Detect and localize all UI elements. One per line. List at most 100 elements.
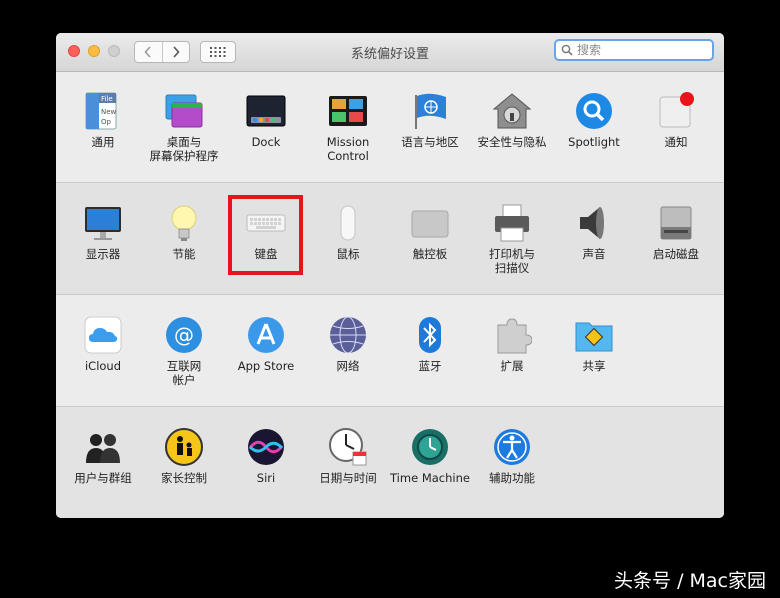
pane-accessibility[interactable]: 辅助功能 — [472, 427, 552, 485]
pane-label: 桌面与 屏幕保护程序 — [149, 135, 219, 163]
spotlight-icon — [576, 93, 612, 129]
pane-label: 用户与群组 — [74, 471, 132, 485]
pane-parental-controls[interactable]: 家长控制 — [144, 427, 224, 485]
window-title: 系统偏好设置 — [350, 47, 429, 62]
trackpad-icon — [411, 210, 449, 238]
pane-label: 打印机与 扫描仪 — [489, 247, 535, 275]
printers-scanners-icon — [495, 204, 529, 242]
general-icon: File New Op — [85, 92, 117, 130]
time-machine-icon — [412, 429, 448, 465]
pane-bluetooth[interactable]: 蓝牙 — [390, 315, 470, 373]
app-store-icon — [248, 317, 284, 353]
parental-controls-icon — [165, 428, 203, 466]
users-groups-icon — [86, 434, 120, 463]
pane-label: 互联网 帐户 — [166, 359, 202, 387]
pane-label: 辅助功能 — [489, 471, 535, 485]
pane-printers-scanners[interactable]: 打印机与 扫描仪 — [472, 203, 552, 275]
mission-control-icon — [329, 96, 367, 126]
pane-mouse[interactable]: 鼠标 — [308, 203, 388, 261]
pane-label: 蓝牙 — [418, 359, 442, 373]
pane-time-machine[interactable]: Time Machine — [390, 427, 470, 485]
extensions-icon — [497, 318, 532, 354]
pane-displays[interactable]: 显示器 — [63, 203, 143, 261]
pane-internet-accounts[interactable]: @ 互联网 帐户 — [144, 315, 224, 387]
pane-spotlight[interactable]: Spotlight — [554, 91, 634, 149]
grid-icon — [210, 47, 226, 57]
forward-button[interactable] — [161, 42, 190, 62]
system-preferences-window: 系统偏好设置 File New Op 通用 桌面与 屏幕保护程序 — [56, 33, 724, 518]
close-button[interactable] — [68, 45, 80, 57]
svg-text:New: New — [101, 108, 117, 116]
sharing-icon — [575, 322, 613, 352]
pane-label: Dock — [251, 135, 281, 149]
desktop-screensaver-icon — [165, 94, 203, 128]
back-button[interactable] — [135, 42, 162, 62]
pane-security-privacy[interactable]: 安全性与隐私 — [472, 91, 552, 149]
pane-energy-saver[interactable]: 节能 — [144, 203, 224, 261]
bluetooth-icon — [419, 317, 441, 353]
displays-icon — [85, 207, 121, 240]
accessibility-icon — [494, 429, 530, 465]
minimize-button[interactable] — [88, 45, 100, 57]
pane-label: iCloud — [84, 359, 122, 373]
highlight-box — [228, 195, 303, 275]
language-region-icon — [415, 93, 446, 129]
pane-label: 启动磁盘 — [653, 247, 699, 261]
pane-trackpad[interactable]: 触控板 — [390, 203, 470, 261]
pane-startup-disk[interactable]: 启动磁盘 — [636, 203, 716, 261]
pane-language-region[interactable]: 语言与地区 — [390, 91, 470, 149]
pane-label: 语言与地区 — [401, 135, 459, 149]
dock-icon — [246, 95, 286, 127]
svg-text:@: @ — [174, 323, 194, 347]
svg-text:File: File — [101, 95, 113, 103]
icloud-icon — [84, 316, 122, 354]
sound-icon — [580, 207, 604, 239]
pane-mission-control[interactable]: Mission Control — [308, 91, 388, 163]
pane-label: 显示器 — [85, 247, 121, 261]
show-all-button[interactable] — [200, 41, 236, 63]
watermark: 头条号 / Mac家园 — [614, 570, 766, 592]
pane-label: 共享 — [582, 359, 606, 373]
svg-text:Op: Op — [101, 118, 112, 126]
pane-label: Siri — [256, 471, 276, 485]
pane-label: 鼠标 — [336, 247, 360, 261]
security-privacy-icon — [492, 93, 532, 129]
zoom-button[interactable] — [108, 45, 120, 57]
chevron-right-icon — [173, 46, 180, 58]
pane-date-time[interactable]: 日期与时间 — [308, 427, 388, 485]
navigation-buttons — [134, 41, 190, 63]
pane-label: 家长控制 — [161, 471, 207, 485]
pane-users-groups[interactable]: 用户与群组 — [63, 427, 143, 485]
mouse-icon — [340, 205, 356, 241]
pane-desktop-screensaver[interactable]: 桌面与 屏幕保护程序 — [144, 91, 224, 163]
pane-label: 安全性与隐私 — [477, 135, 547, 149]
pane-label: 节能 — [172, 247, 196, 261]
pane-network[interactable]: 网络 — [308, 315, 388, 373]
pane-sharing[interactable]: 共享 — [554, 315, 634, 373]
pane-label: 触控板 — [412, 247, 448, 261]
pane-app-store[interactable]: App Store — [226, 315, 306, 373]
internet-accounts-icon: @ — [166, 317, 202, 353]
network-icon — [330, 316, 366, 354]
pane-label: Mission Control — [326, 135, 370, 163]
pane-dock[interactable]: Dock — [226, 91, 306, 149]
pane-icloud[interactable]: iCloud — [63, 315, 143, 373]
pane-sound[interactable]: 声音 — [554, 203, 634, 261]
search-icon — [561, 44, 573, 56]
chevron-left-icon — [144, 46, 151, 58]
notifications-icon — [659, 92, 694, 128]
search-field[interactable] — [554, 39, 714, 61]
pane-label: Time Machine — [390, 471, 470, 485]
pane-notifications[interactable]: 通知 — [636, 91, 716, 149]
pane-extensions[interactable]: 扩展 — [472, 315, 552, 373]
pane-label: 网络 — [336, 359, 360, 373]
pane-siri[interactable]: Siri — [226, 427, 306, 485]
pane-label: App Store — [237, 359, 295, 373]
pane-general[interactable]: File New Op 通用 — [63, 91, 143, 149]
title-bar: 系统偏好设置 — [56, 33, 724, 72]
pane-label: 日期与时间 — [319, 471, 377, 485]
pane-label: Spotlight — [568, 135, 620, 149]
search-input[interactable] — [577, 43, 697, 57]
date-time-icon — [329, 428, 367, 466]
energy-saver-icon — [171, 205, 197, 241]
